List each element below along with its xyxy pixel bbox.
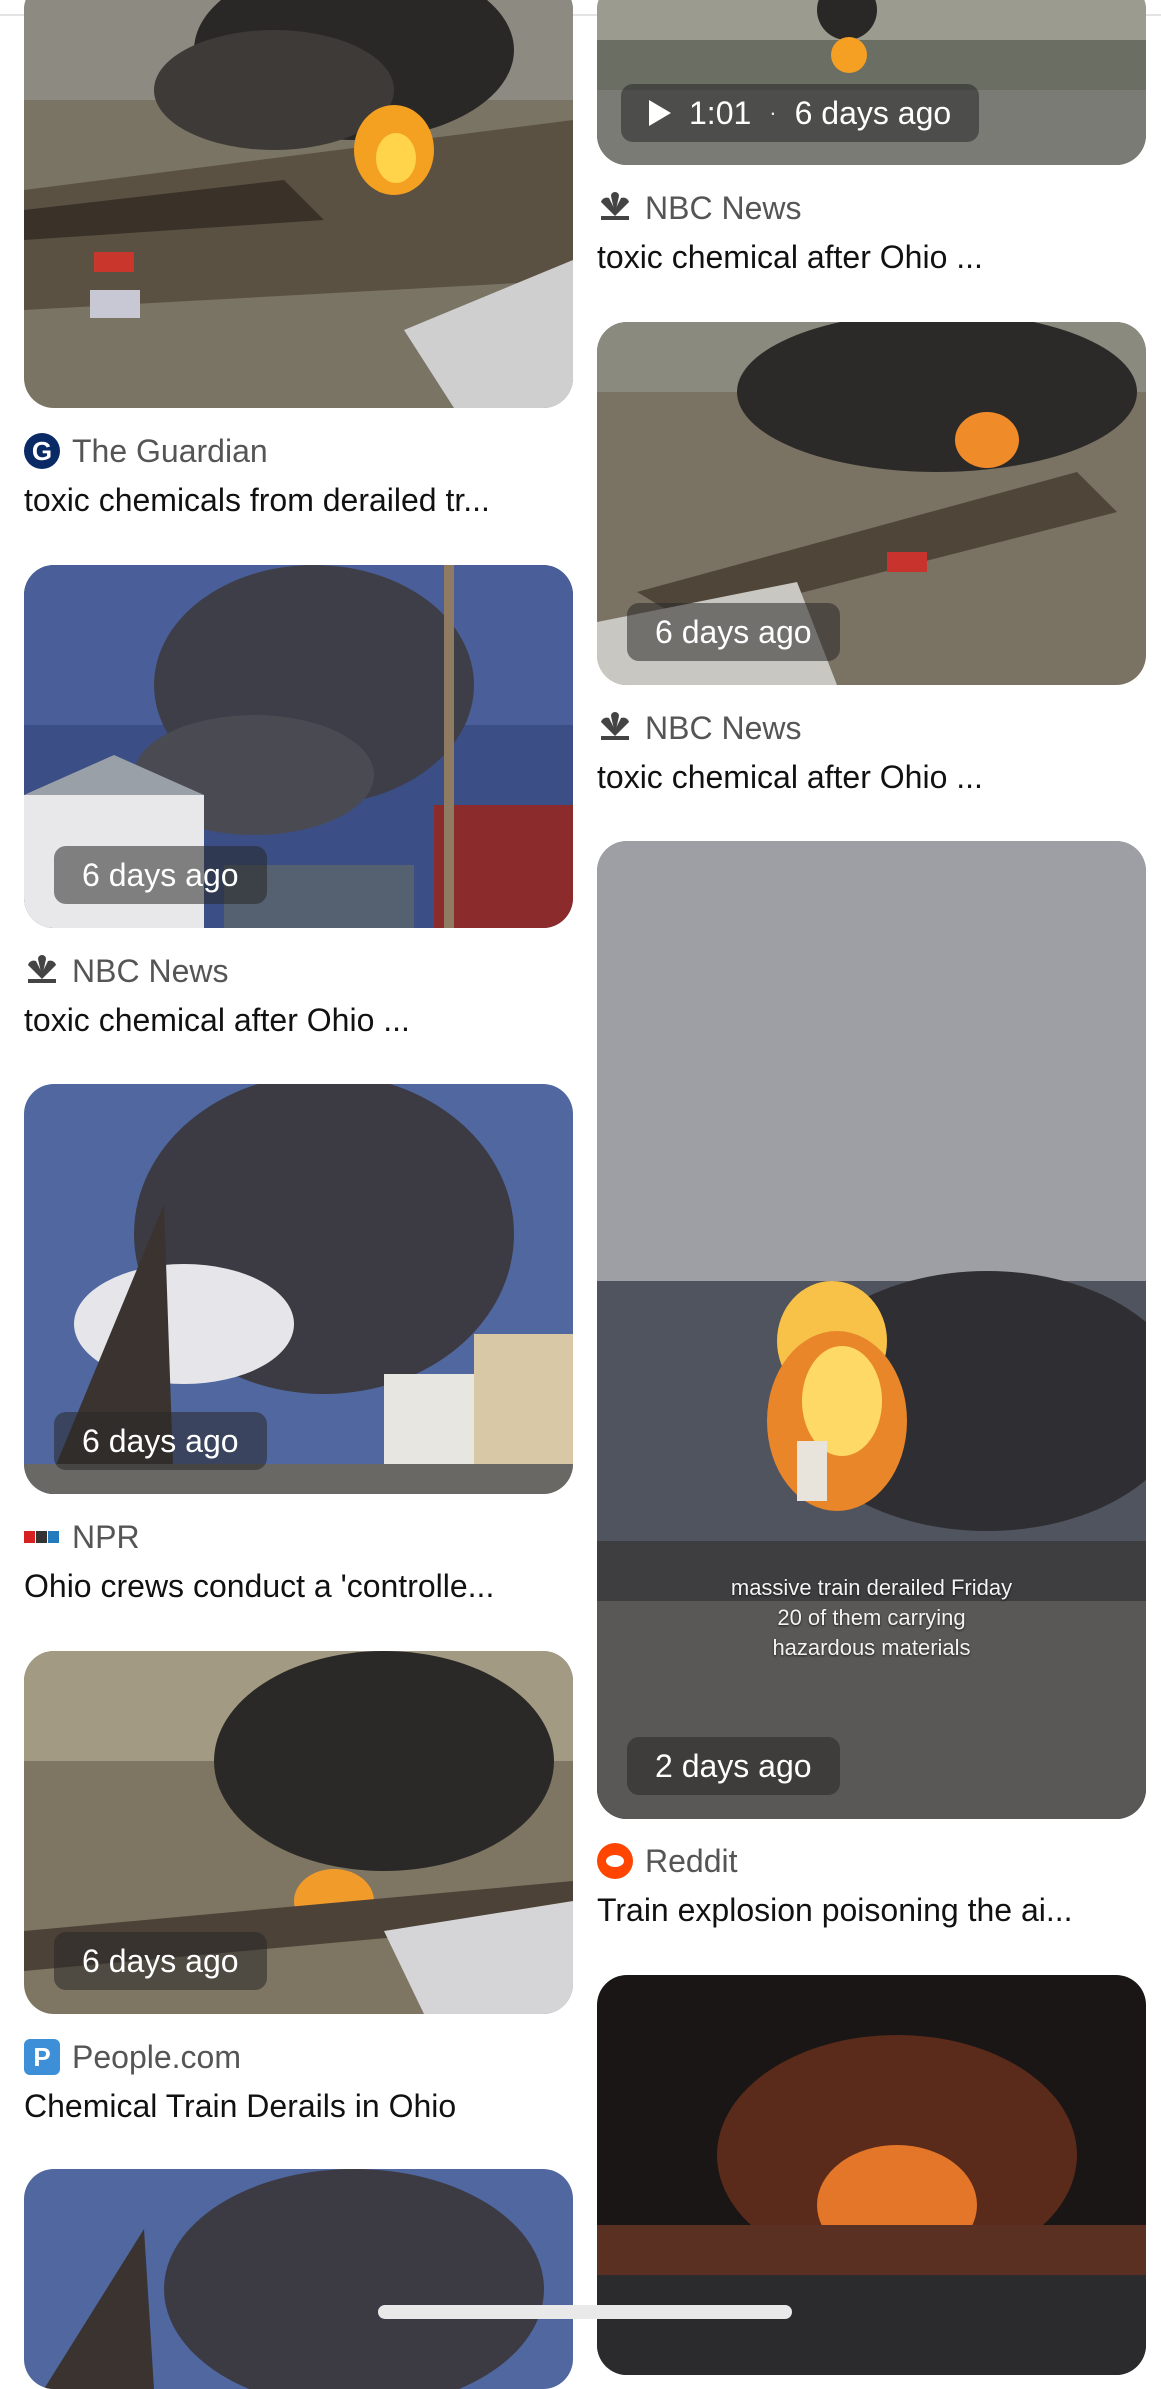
timestamp-badge: 6 days ago — [54, 1412, 267, 1470]
result-source: NBC News — [597, 708, 801, 748]
timestamp-text: 2 days ago — [655, 1748, 812, 1784]
video-badge: 1:01 · 6 days ago — [621, 84, 980, 142]
result-source-name: NBC News — [72, 952, 229, 989]
nbc-peacock-icon — [24, 953, 60, 989]
video-duration: 1:01 — [689, 95, 752, 131]
separator-dot: · — [769, 100, 777, 125]
timestamp-badge: 2 days ago — [627, 1737, 840, 1795]
result-title[interactable]: toxic chemical after Ohio ... — [597, 239, 983, 276]
result-thumbnail[interactable] — [24, 0, 573, 408]
npr-icon — [24, 1519, 60, 1555]
result-source-name: NPR — [72, 1518, 140, 1555]
timestamp-text: 6 days ago — [82, 1423, 239, 1459]
caption-line: hazardous materials — [772, 1635, 971, 1660]
timestamp-text: 6 days ago — [794, 95, 952, 131]
nbc-peacock-icon — [597, 710, 633, 746]
result-title[interactable]: Ohio crews conduct a 'controlle... — [24, 1568, 494, 1605]
result-source: NPR — [24, 1517, 140, 1557]
result-title[interactable]: Train explosion poisoning the ai... — [597, 1892, 1073, 1929]
result-source-name: Reddit — [645, 1842, 738, 1879]
result-source-name: NBC News — [645, 189, 802, 226]
play-icon[interactable] — [649, 100, 671, 126]
nbc-peacock-icon — [597, 190, 633, 226]
timestamp-text: 6 days ago — [82, 857, 239, 893]
home-indicator[interactable] — [378, 2305, 792, 2319]
caption-line: massive train derailed Friday — [730, 1575, 1013, 1600]
timestamp-text: 6 days ago — [655, 614, 812, 650]
result-title[interactable]: toxic chemical after Ohio ... — [597, 759, 983, 796]
result-source: G The Guardian — [24, 431, 268, 471]
timestamp-badge: 6 days ago — [627, 603, 840, 661]
timestamp-badge: 6 days ago — [54, 846, 267, 904]
result-source: NBC News — [24, 951, 228, 991]
result-source-name: People.com — [72, 2038, 241, 2075]
timestamp-badge: 6 days ago — [54, 1932, 267, 1990]
result-title[interactable]: Chemical Train Derails in Ohio — [24, 2088, 456, 2125]
caption-line: 20 of them carrying — [777, 1605, 966, 1630]
result-source: Reddit — [597, 1841, 738, 1881]
result-thumbnail[interactable] — [597, 841, 1146, 1819]
result-thumbnail[interactable] — [24, 2169, 573, 2389]
result-source-name: NBC News — [645, 709, 802, 746]
result-title[interactable]: toxic chemicals from derailed tr... — [24, 482, 490, 519]
timestamp-text: 6 days ago — [82, 1943, 239, 1979]
result-source: P People.com — [24, 2037, 241, 2077]
result-source-name: The Guardian — [72, 432, 268, 469]
image-caption-overlay: massive train derailed Friday 20 of them… — [597, 1573, 1146, 1663]
result-source: NBC News — [597, 188, 801, 228]
reddit-icon — [597, 1843, 633, 1879]
people-icon: P — [24, 2039, 60, 2075]
result-title[interactable]: toxic chemical after Ohio ... — [24, 1002, 410, 1039]
guardian-icon: G — [24, 433, 60, 469]
